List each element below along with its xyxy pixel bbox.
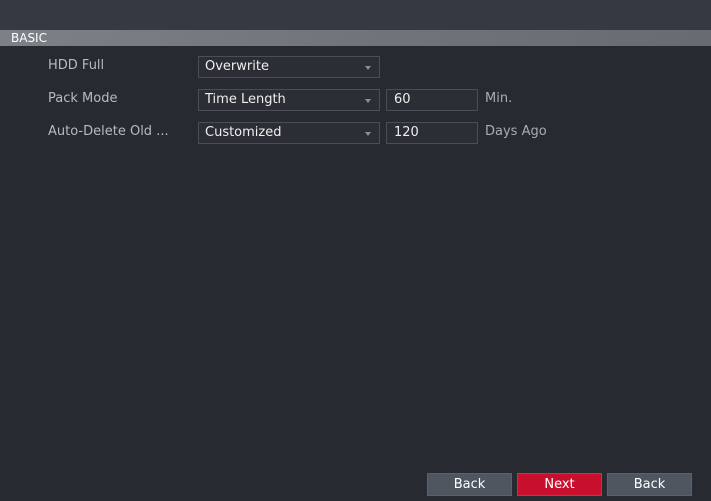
auto-delete-days-value: 120 bbox=[394, 125, 419, 140]
pack-mode-label: Pack Mode bbox=[48, 91, 118, 106]
chevron-down-icon bbox=[365, 99, 371, 103]
hdd-full-select[interactable]: Overwrite bbox=[198, 56, 380, 78]
next-button[interactable]: Next bbox=[517, 473, 602, 496]
pack-mode-value: Time Length bbox=[205, 92, 286, 107]
pack-length-unit: Min. bbox=[485, 91, 513, 106]
auto-delete-select[interactable]: Customized bbox=[198, 122, 380, 144]
hdd-full-value: Overwrite bbox=[205, 59, 269, 74]
pack-length-input[interactable]: 60 bbox=[386, 89, 478, 111]
hdd-full-label: HDD Full bbox=[48, 58, 105, 73]
section-header: BASIC bbox=[0, 30, 711, 46]
section-title: BASIC bbox=[11, 31, 47, 45]
auto-delete-value: Customized bbox=[205, 125, 282, 140]
pack-length-value: 60 bbox=[394, 92, 411, 107]
auto-delete-label: Auto-Delete Old ... bbox=[48, 124, 169, 139]
chevron-down-icon bbox=[365, 66, 371, 70]
pack-mode-select[interactable]: Time Length bbox=[198, 89, 380, 111]
chevron-down-icon bbox=[365, 132, 371, 136]
auto-delete-days-input[interactable]: 120 bbox=[386, 122, 478, 144]
auto-delete-unit: Days Ago bbox=[485, 124, 547, 139]
back-button-secondary[interactable]: Back bbox=[607, 473, 692, 496]
title-bar bbox=[0, 0, 711, 30]
back-button[interactable]: Back bbox=[427, 473, 512, 496]
